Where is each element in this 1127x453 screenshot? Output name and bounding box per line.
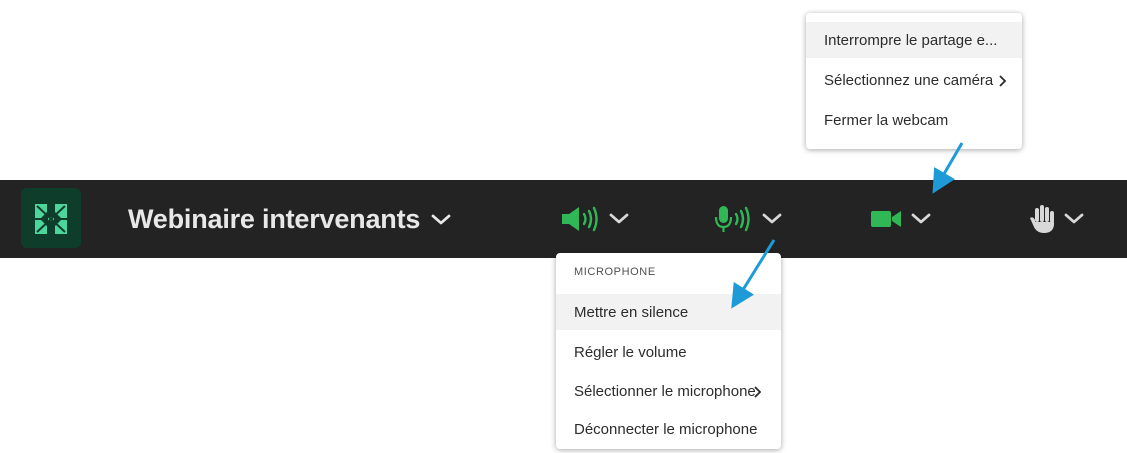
page: Interrompre le partage e... Sélectionnez… xyxy=(0,0,1127,453)
chevron-down-icon xyxy=(431,214,451,225)
meeting-toolbar: Webinaire intervenants xyxy=(0,180,1127,258)
microphone-icon xyxy=(714,206,750,232)
menu-item-label: Sélectionner le microphone xyxy=(574,382,756,400)
camera-icon xyxy=(871,211,901,227)
camera-control[interactable] xyxy=(870,202,932,236)
menu-item-label: Mettre en silence xyxy=(574,303,689,321)
speaker-control[interactable] xyxy=(560,202,630,236)
menu-item-select-camera[interactable]: Sélectionnez une caméra xyxy=(806,62,1022,98)
menu-item-label: Interrompre le partage e... xyxy=(824,31,998,49)
room-title-dropdown[interactable]: Webinaire intervenants xyxy=(128,200,452,238)
microphone-menu: MICROPHONE Mettre en silence Régler le v… xyxy=(556,253,781,449)
chevron-down-icon xyxy=(911,213,931,224)
raise-hand-icon xyxy=(1030,205,1054,233)
menu-item-label: Régler le volume xyxy=(574,343,687,361)
menu-item-adjust-volume[interactable]: Régler le volume xyxy=(556,334,781,370)
menu-item-label: Déconnecter le microphone xyxy=(574,420,758,438)
app-logo[interactable] xyxy=(21,188,81,248)
chevron-down-icon xyxy=(609,213,629,224)
menu-item-disconnect-microphone[interactable]: Déconnecter le microphone xyxy=(556,411,781,447)
chevron-right-icon xyxy=(754,386,762,398)
chevron-down-icon xyxy=(1064,213,1084,224)
menu-item-label: Sélectionnez une caméra xyxy=(824,71,994,89)
room-title: Webinaire intervenants xyxy=(128,203,421,234)
menu-heading: MICROPHONE xyxy=(574,266,656,278)
microphone-control[interactable] xyxy=(713,202,783,236)
chevron-down-icon xyxy=(762,213,782,224)
app-logo-icon xyxy=(35,204,67,234)
menu-item-stop-sharing[interactable]: Interrompre le partage e... xyxy=(806,22,1022,58)
menu-item-close-webcam[interactable]: Fermer la webcam xyxy=(806,102,1022,138)
raise-hand-control[interactable] xyxy=(1027,202,1085,236)
camera-menu: Interrompre le partage e... Sélectionnez… xyxy=(806,13,1022,149)
menu-item-mute[interactable]: Mettre en silence xyxy=(556,294,781,330)
menu-item-label: Fermer la webcam xyxy=(824,111,949,129)
chevron-right-icon xyxy=(999,75,1007,87)
menu-item-select-microphone[interactable]: Sélectionner le microphone xyxy=(556,373,781,409)
speaker-icon xyxy=(562,206,598,232)
